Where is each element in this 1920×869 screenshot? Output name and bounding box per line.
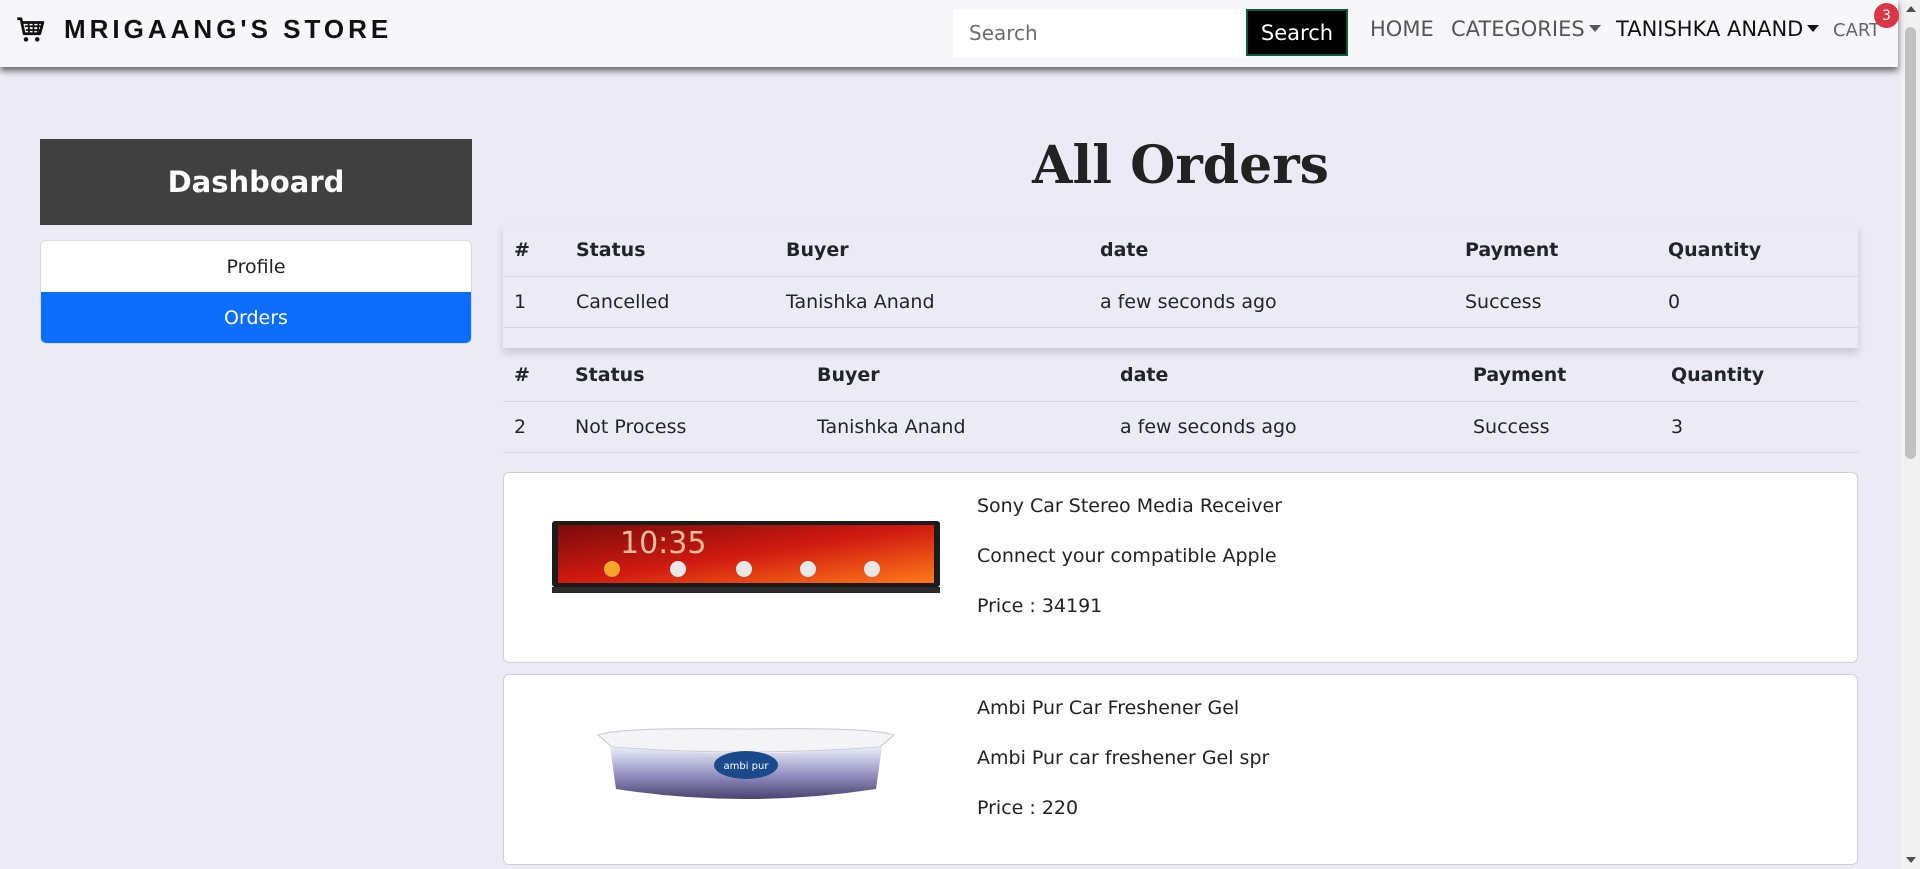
column-header-quantity: Quantity [1660, 350, 1858, 402]
nav-user-label: TANISHKA ANAND [1616, 17, 1804, 41]
nav-home-link[interactable]: HOME [1370, 17, 1434, 41]
brand-link[interactable]: MRIGAANG'S STORE [16, 14, 392, 45]
product-price: Price : 220 [977, 797, 1079, 819]
sidebar-item-profile[interactable]: Profile [41, 241, 471, 292]
scroll-down-icon[interactable] [1906, 857, 1916, 863]
order-payment: Success [1462, 401, 1660, 453]
navbar: MRIGAANG'S STORE Search HOME CATEGORIES … [0, 0, 1899, 67]
product-info: Sony Car Stereo Media Receiver Connect y… [977, 495, 1282, 645]
dashboard-header: Dashboard [40, 139, 472, 225]
column-header-number: # [503, 225, 565, 277]
nav-categories-dropdown[interactable]: CATEGORIES [1451, 17, 1601, 41]
product-description: Ambi Pur car freshener Gel spr [977, 747, 1270, 769]
sidebar-menu: Profile Orders [40, 240, 472, 344]
column-header-status: Status [565, 225, 775, 277]
product-card: 10:35 Sony Car Stereo Media Receiver Con… [503, 472, 1858, 663]
table-row: 1 Cancelled Tanishka Anand a few seconds… [503, 276, 1858, 328]
product-card: ambi pur Ambi Pur Car Freshener Gel Ambi… [503, 674, 1858, 865]
car-stereo-image: 10:35 [552, 521, 940, 593]
column-header-buyer: Buyer [775, 225, 1089, 277]
order-date: a few seconds ago [1109, 401, 1462, 453]
product-name: Ambi Pur Car Freshener Gel [977, 697, 1240, 719]
air-freshener-image: ambi pur [597, 728, 895, 799]
column-header-date: date [1109, 350, 1462, 402]
page-title: All Orders [1032, 135, 1329, 196]
column-header-date: date [1089, 225, 1454, 277]
table-header-row: # Status Buyer date Payment Quantity [503, 225, 1858, 277]
table-header-row: # Status Buyer date Payment Quantity [503, 350, 1858, 402]
order-status: Cancelled [565, 276, 775, 328]
product-info: Ambi Pur Car Freshener Gel Ambi Pur car … [977, 697, 1269, 847]
search-button[interactable]: Search [1246, 9, 1348, 56]
order-buyer: Tanishka Anand [775, 276, 1089, 328]
nav-user-dropdown[interactable]: TANISHKA ANAND [1616, 17, 1820, 41]
column-header-number: # [503, 350, 564, 402]
caret-down-icon [1588, 24, 1601, 32]
product-description: Connect your compatible Apple [977, 545, 1277, 567]
order-table-1: # Status Buyer date Payment Quantity 1 C… [503, 225, 1858, 328]
nav-cart-link[interactable]: CART [1833, 20, 1880, 41]
order-number: 1 [503, 276, 565, 328]
order-payment: Success [1454, 276, 1657, 328]
svg-text:10:35: 10:35 [620, 526, 706, 561]
order-buyer: Tanishka Anand [806, 401, 1109, 453]
column-header-payment: Payment [1454, 225, 1657, 277]
product-name: Sony Car Stereo Media Receiver [977, 495, 1283, 517]
search-input[interactable] [953, 9, 1245, 57]
table-row: 2 Not Process Tanishka Anand a few secon… [503, 401, 1858, 453]
svg-text:ambi pur: ambi pur [724, 761, 770, 772]
scrollbar-thumb[interactable] [1905, 27, 1916, 459]
column-header-payment: Payment [1462, 350, 1660, 402]
brand-name: MRIGAANG'S STORE [64, 14, 393, 44]
caret-down-icon [1807, 24, 1820, 32]
nav-categories-label: CATEGORIES [1451, 17, 1585, 41]
order-table-2: # Status Buyer date Payment Quantity 2 N… [503, 350, 1858, 453]
order-number: 2 [503, 401, 564, 453]
order-quantity: 0 [1657, 276, 1858, 328]
product-price: Price : 34191 [977, 595, 1103, 617]
cart-count-badge: 3 [1874, 3, 1899, 28]
order-status: Not Process [564, 401, 806, 453]
sidebar-item-orders[interactable]: Orders [41, 292, 471, 343]
order-quantity: 3 [1660, 401, 1858, 453]
scroll-up-icon[interactable] [1906, 6, 1916, 12]
column-header-quantity: Quantity [1657, 225, 1858, 277]
shopping-cart-icon [17, 16, 45, 42]
column-header-buyer: Buyer [806, 350, 1109, 402]
order-date: a few seconds ago [1089, 276, 1454, 328]
column-header-status: Status [564, 350, 806, 402]
